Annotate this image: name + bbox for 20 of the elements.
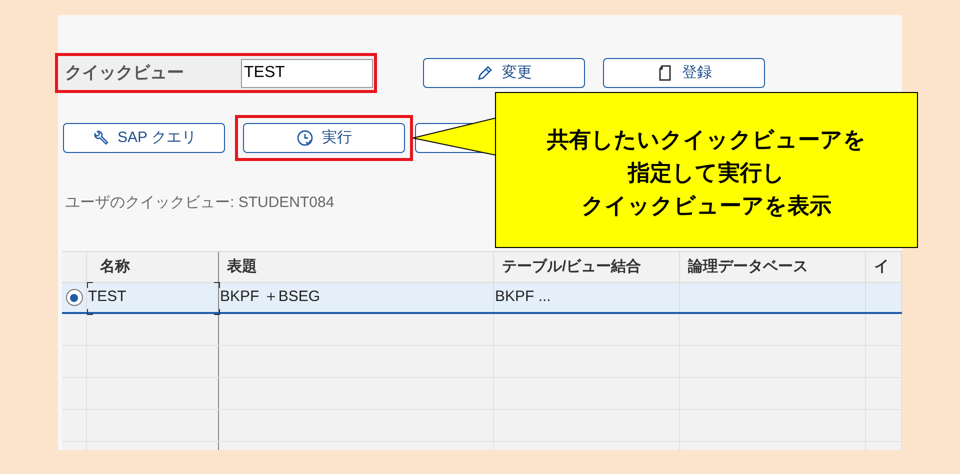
column-header[interactable]: 名称 bbox=[100, 256, 130, 278]
column-header[interactable]: イ bbox=[874, 256, 889, 278]
text-input[interactable]: TEST bbox=[241, 58, 373, 88]
column-header[interactable]: 表題 bbox=[227, 256, 257, 278]
toolbar-button[interactable]: SAP クエリ bbox=[63, 123, 225, 153]
wrench-icon bbox=[92, 129, 110, 147]
toolbar-button[interactable]: 変更 bbox=[423, 58, 585, 88]
toolbar-button[interactable]: 登録 bbox=[603, 58, 765, 88]
column-header[interactable]: テーブル/ビュー結合 bbox=[502, 256, 642, 278]
toolbar-button[interactable]: 実行 bbox=[243, 123, 405, 153]
column-header[interactable]: 論理データベース bbox=[688, 256, 808, 278]
field-label: クイックビュー bbox=[64, 62, 185, 84]
table-cell-text: TEST bbox=[87, 287, 126, 308]
clock-check-icon bbox=[296, 129, 314, 147]
callout-text: 共有したいクイックビューアを 指定して実行し クイックビューアを表示 bbox=[495, 92, 918, 248]
user-views-label: ユーザのクイックビュー: STUDENT084 bbox=[65, 193, 334, 213]
pencil-icon bbox=[476, 64, 494, 82]
radio-button[interactable] bbox=[66, 289, 82, 306]
table-cell-text: BKPF ＋BSEG bbox=[219, 287, 320, 308]
table-cell-text: BKPF ... bbox=[494, 287, 551, 308]
